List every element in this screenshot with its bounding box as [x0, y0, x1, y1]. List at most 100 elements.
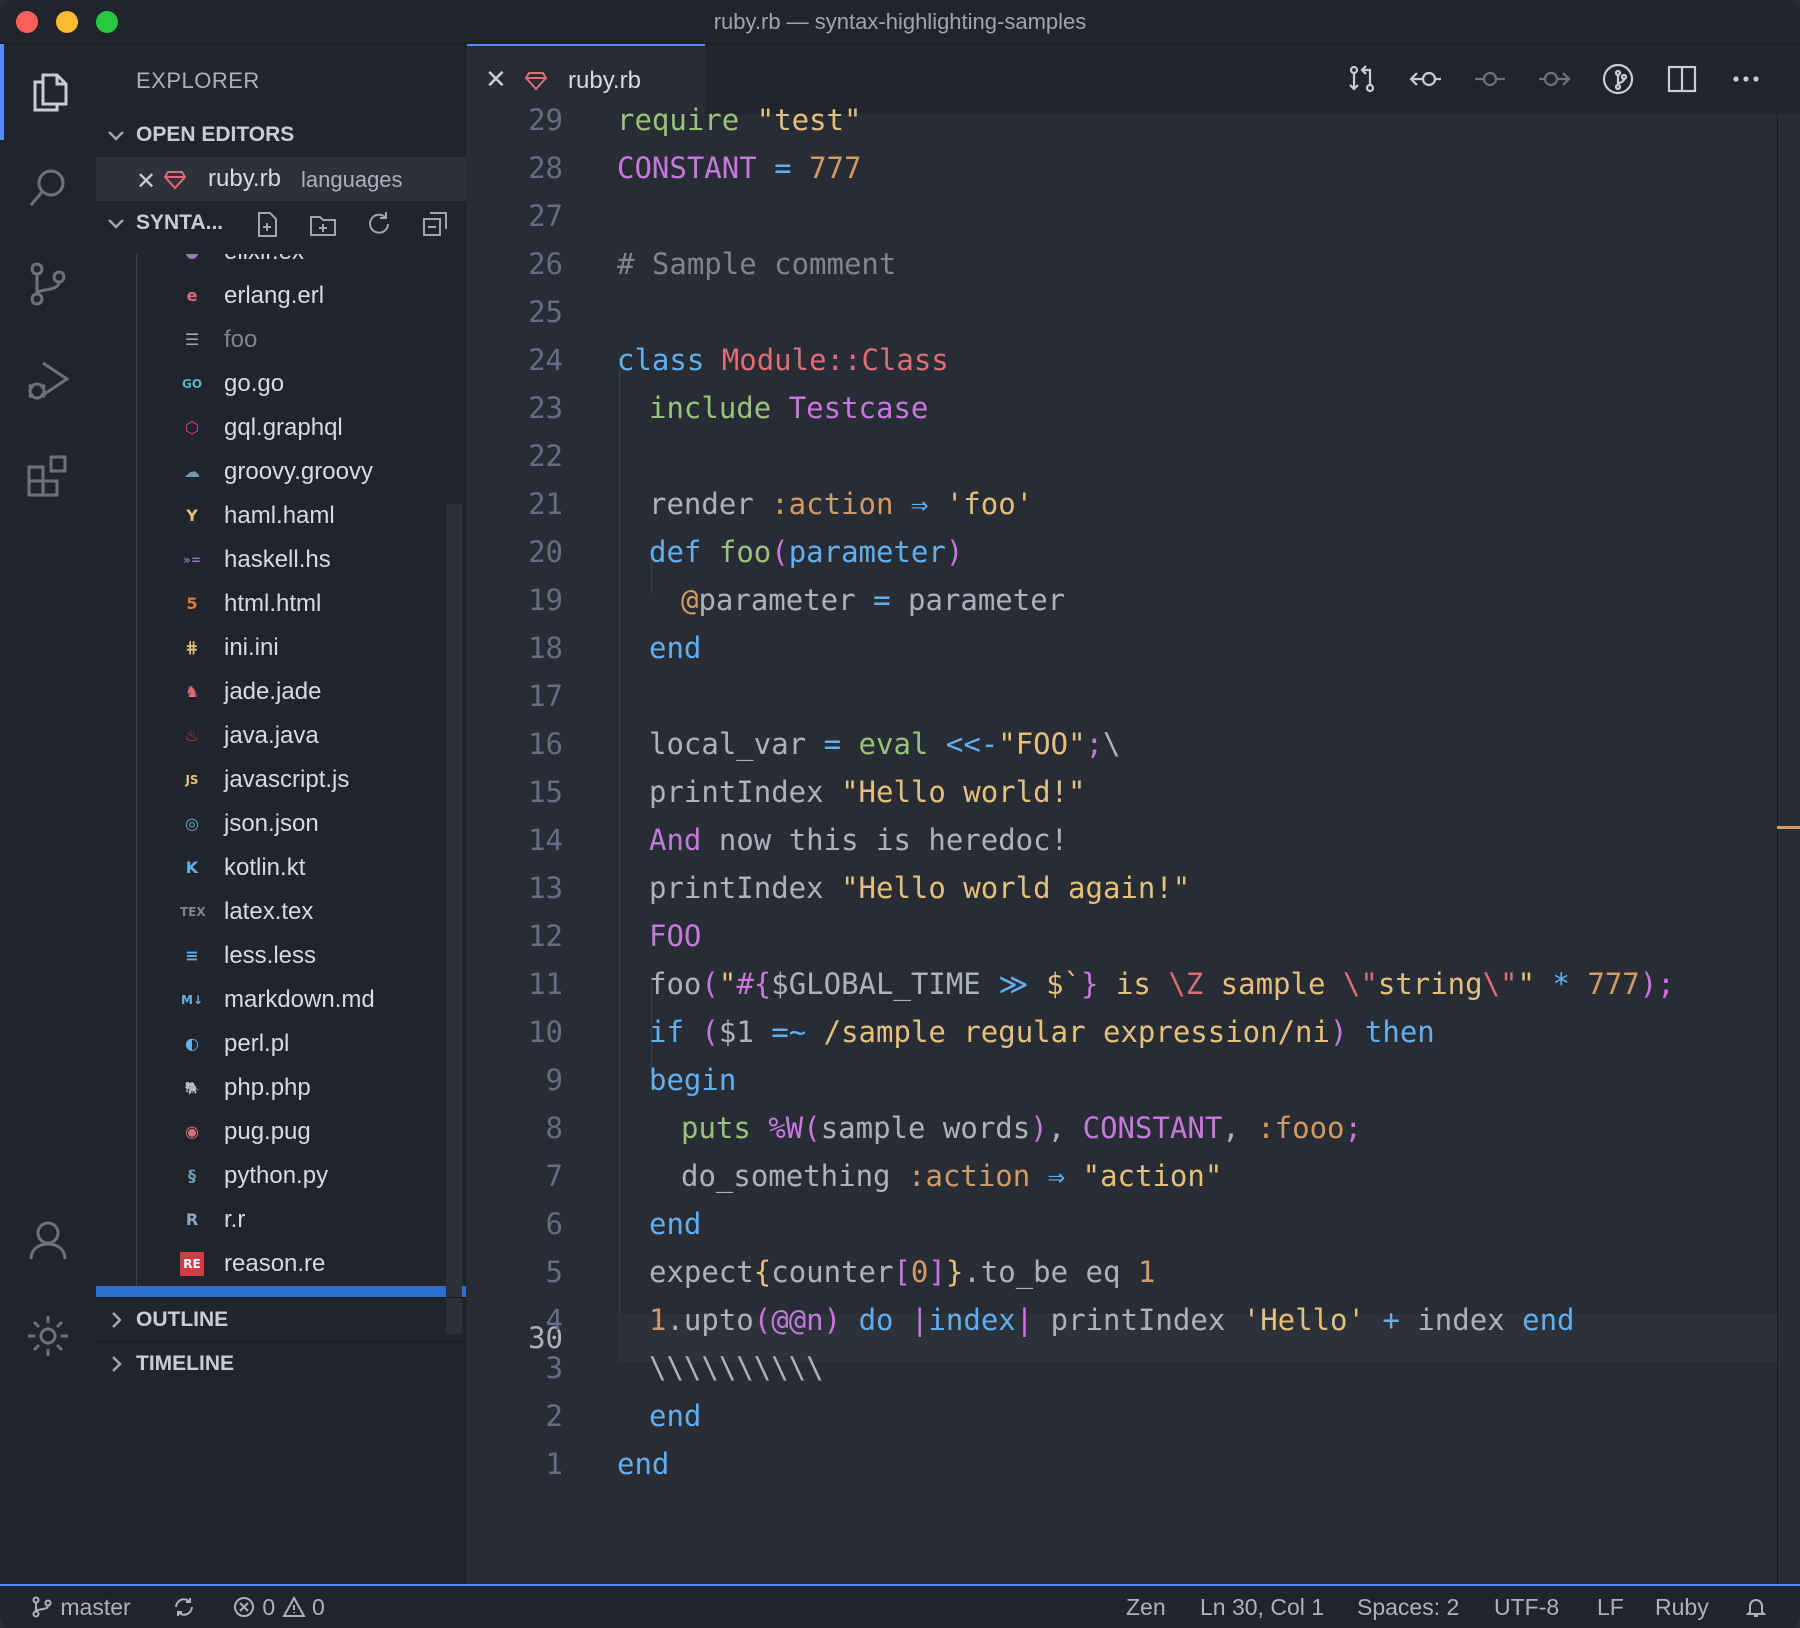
language-mode-status[interactable]: Ruby — [1655, 1594, 1709, 1621]
file-name: go.go — [224, 370, 285, 397]
refresh-icon[interactable] — [364, 209, 394, 239]
file-tree-item[interactable]: »= haskell.hs — [96, 538, 466, 582]
code-token: ) — [945, 535, 964, 569]
file-tree-item[interactable]: ◉ pug.pug — [96, 1110, 466, 1154]
code-line: 23 include Testcase — [467, 384, 1777, 432]
vscode-window: ruby.rb — syntax-highlighting-samples EX… — [0, 0, 1800, 1628]
file-tree-item[interactable]: JS javascript.js — [96, 758, 466, 802]
file-tree-item[interactable]: ♨ java.java — [96, 714, 466, 758]
code-token: =~ — [771, 1015, 807, 1049]
file-tree-item[interactable]: Kkotlin.kt — [96, 846, 466, 890]
editor-scrollbar-track[interactable] — [1777, 114, 1778, 1584]
branch-status[interactable]: master — [30, 1594, 131, 1621]
line-number: 4 — [545, 1303, 563, 1337]
open-editor-filename: ruby.rb — [208, 165, 281, 192]
indentation-status[interactable]: Spaces: 2 — [1357, 1594, 1459, 1621]
outline-section-header[interactable]: OUTLINE — [96, 1297, 466, 1341]
line-number: 10 — [528, 1015, 563, 1049]
file-tree-item[interactable]: ● elixir.ex — [96, 254, 466, 274]
code-editor[interactable]: 30 29 require "test" 28 CONSTANT = 777 27 26 #… — [467, 103, 1800, 1584]
open-editor-description: languages — [301, 167, 403, 192]
extensions-activity-button[interactable] — [0, 428, 96, 524]
file-tree-item[interactable]: 5 html.html — [96, 582, 466, 626]
file-tree-item[interactable]: RE reason.re — [96, 1242, 466, 1286]
sidebar-scrollbar[interactable] — [446, 504, 462, 1334]
file-name: html.html — [224, 590, 322, 617]
folder-label: SYNTA... — [136, 211, 224, 234]
open-editor-item[interactable]: ✕ ruby.rb languages — [96, 157, 466, 201]
open-editors-section-header[interactable]: OPEN EDITORS — [96, 113, 466, 157]
git-lens-icon[interactable] — [1601, 62, 1635, 96]
file-tree-item[interactable]: ♞ jade.jade — [96, 670, 466, 714]
manage-activity-button[interactable] — [0, 1288, 96, 1384]
file-name: javascript.js — [224, 766, 350, 793]
code-text: render :action ⇒ 'foo' — [649, 480, 1033, 528]
file-tree-item[interactable]: ◎ json.json — [96, 802, 466, 846]
file-tree-item[interactable]: Rr.r — [96, 1198, 466, 1242]
code-token: 'Hello' — [1242, 1303, 1365, 1337]
code-token: then — [1364, 1015, 1435, 1049]
sync-status[interactable] — [172, 1594, 196, 1621]
zen-mode-status[interactable]: Zen — [1126, 1594, 1166, 1621]
file-tree-item[interactable]: ⬡ gql.graphql — [96, 406, 466, 450]
close-icon[interactable]: ✕ — [136, 167, 156, 196]
file-name: reason.re — [224, 1250, 326, 1277]
next-change-icon[interactable] — [1537, 62, 1571, 96]
new-folder-icon[interactable] — [308, 209, 338, 239]
previous-change-icon[interactable] — [1409, 62, 1443, 96]
code-line: 28 CONSTANT = 777 — [467, 144, 1777, 192]
latex-icon: TEX — [180, 905, 206, 919]
close-tab-icon[interactable]: ✕ — [485, 64, 507, 95]
code-line: 29 require "test" — [467, 96, 1777, 144]
file-tree-item[interactable]: ◐ perl.pl — [96, 1022, 466, 1066]
source-control-activity-button[interactable] — [0, 236, 96, 332]
code-token: ( — [771, 535, 789, 569]
file-tree-item[interactable]: ◆ruby.rb — [96, 1286, 466, 1297]
file-tree-item[interactable]: ☰ foo — [96, 318, 466, 362]
collapse-all-icon[interactable] — [420, 209, 450, 239]
notifications-status[interactable] — [1744, 1594, 1768, 1621]
file-tree-item[interactable]: GO go.go — [96, 362, 466, 406]
code-text: FOO — [649, 912, 701, 960]
timeline-label: TIMELINE — [136, 1351, 234, 1375]
problems-status[interactable]: 0 0 — [232, 1594, 325, 1621]
new-file-icon[interactable] — [252, 209, 282, 239]
explorer-activity-button[interactable] — [0, 44, 96, 140]
split-editor-icon[interactable] — [1665, 62, 1699, 96]
file-tree-item[interactable]: M↓ markdown.md — [96, 978, 466, 1022]
code-text: require "test" — [617, 96, 861, 144]
search-activity-button[interactable] — [0, 140, 96, 236]
encoding-status[interactable]: UTF-8 — [1494, 1594, 1559, 1621]
file-tree-item[interactable]: ☁ groovy.groovy — [96, 450, 466, 494]
commit-icon[interactable] — [1473, 62, 1507, 96]
timeline-section-header[interactable]: TIMELINE — [96, 1341, 466, 1385]
cursor-position-status[interactable]: Ln 30, Col 1 — [1200, 1594, 1324, 1621]
code-text: printIndex "Hello world!" — [649, 768, 1086, 816]
file-name: kotlin.kt — [224, 854, 306, 881]
open-changes-icon[interactable] — [1345, 62, 1379, 96]
file-tree-item[interactable]: ≡ less.less — [96, 934, 466, 978]
code-token: \" — [1342, 967, 1378, 1001]
html-icon: 5 — [186, 594, 198, 613]
file-tree-item[interactable]: ⋕ ini.ini — [96, 626, 466, 670]
run-debug-activity-button[interactable] — [0, 332, 96, 428]
file-tree-item[interactable]: § python.py — [96, 1154, 466, 1198]
file-tree-item[interactable]: TEX latex.tex — [96, 890, 466, 934]
more-actions-icon[interactable] — [1729, 62, 1763, 96]
line-number: 6 — [545, 1207, 563, 1241]
code-token: sample — [1203, 967, 1343, 1001]
code-line: 8 puts %W(sample words), CONSTANT, :fooo; — [467, 1104, 1777, 1152]
file-tree-item[interactable]: Yhaml.haml — [96, 494, 466, 538]
bell-icon — [1745, 1599, 1767, 1617]
line-number: 27 — [528, 199, 563, 233]
eol-status[interactable]: LF — [1597, 1594, 1624, 1621]
code-text: begin — [649, 1056, 736, 1104]
accounts-activity-button[interactable] — [0, 1192, 96, 1288]
file-tree-item[interactable]: 🐘 php.php — [96, 1066, 466, 1110]
code-token: .to_be eq — [963, 1255, 1138, 1289]
file-tree-item[interactable]: e erlang.erl — [96, 274, 466, 318]
code-token: parameter — [788, 535, 946, 569]
